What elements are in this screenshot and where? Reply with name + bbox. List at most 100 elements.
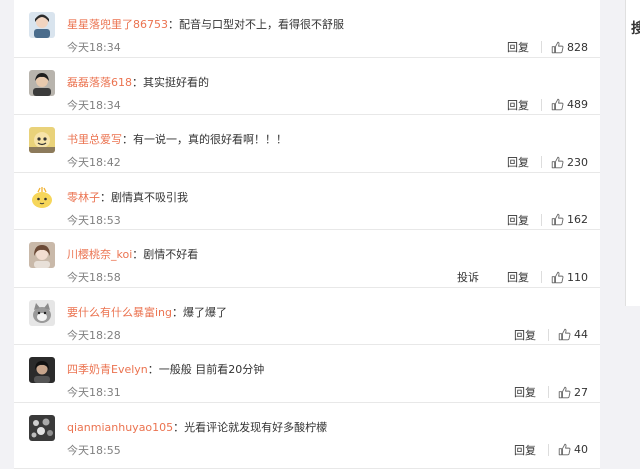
reply-button[interactable]: 回复 [507,39,529,55]
reply-button[interactable]: 回复 [507,97,529,113]
comment-time: 今天18:42 [67,156,121,169]
avatar[interactable] [29,127,55,153]
divider [548,386,549,398]
comment-item: 要什么有什么暴富ing：爆了爆了 今天18:28 回复 44 [14,288,600,345]
comment-text-line: 书里总爱写：有一说一，真的很好看啊！！！ [67,133,287,146]
username-link[interactable]: 书里总爱写 [67,133,122,146]
divider [541,271,542,283]
thumbs-up-icon [558,386,571,398]
comment-text: 剧情真不吸引我 [111,190,188,204]
like-count: 828 [567,40,588,54]
like-count: 162 [567,213,588,226]
thumbs-up-icon [551,213,564,226]
comment-item: 零林子：剧情真不吸引我 今天18:53 回复 162 [14,173,600,230]
comment-actions: 回复 27 [514,384,588,400]
like-count: 40 [574,443,588,456]
like-button[interactable]: 828 [551,41,588,54]
comment-list: 星星落兜里了86753：配音与口型对不上，看得很不舒服 今天18:34 回复 8… [14,0,600,469]
comment-actions: 回复 230 [507,154,588,170]
divider [541,156,542,168]
comment-text-line: 川樱桃奈_koi：剧情不好看 [67,248,199,261]
comment-actions: 回复 489 [507,97,588,113]
comment-time: 今天18:34 [67,98,121,112]
thumbs-up-icon [558,443,571,456]
avatar[interactable] [29,242,55,268]
username-link[interactable]: 零林子 [67,191,100,204]
username-link[interactable]: 川樱桃奈_koi [67,248,132,261]
comment-actions: 回复 828 [507,39,588,55]
comment-time: 今天18:58 [67,271,121,284]
comment-text-line: 要什么有什么暴富ing：爆了爆了 [67,305,228,319]
comment-item: qianmianhuyao105：光看评论就发现有好多酸柠檬 今天18:55 回… [14,403,600,469]
username-link[interactable]: qianmianhuyao105 [67,421,173,434]
comment-time: 今天18:31 [67,386,121,399]
divider [548,443,549,456]
divider [541,98,542,111]
reply-button[interactable]: 回复 [507,212,529,228]
like-button[interactable]: 44 [558,328,588,341]
like-count: 27 [574,385,588,399]
comment-text-line: 四季奶青Evelyn：一般般 目前看20分钟 [67,363,265,376]
like-count: 230 [567,155,588,169]
avatar[interactable] [29,12,55,38]
like-button[interactable]: 230 [551,156,588,169]
comment-text-line: 星星落兜里了86753：配音与口型对不上，看得很不舒服 [67,18,344,31]
like-button[interactable]: 489 [551,98,588,111]
avatar[interactable] [29,184,55,211]
comment-text-line: qianmianhuyao105：光看评论就发现有好多酸柠檬 [67,420,328,434]
comment-text-line: 磊磊落落618：其实挺好看的 [67,75,209,89]
username-link[interactable]: 磊磊落落618 [67,76,132,89]
comment-actions: 投诉 回复 110 [457,269,588,285]
comment-item: 星星落兜里了86753：配音与口型对不上，看得很不舒服 今天18:34 回复 8… [14,0,600,58]
comment-actions: 回复 44 [514,327,588,343]
comment-text: 一般般 目前看20分钟 [158,363,265,376]
comment-text: 爆了爆了 [183,305,228,319]
like-button[interactable]: 40 [558,443,588,456]
comment-item: 书里总爱写：有一说一，真的很好看啊！！！ 今天18:42 回复 230 [14,115,600,173]
comment-text: 光看评论就发现有好多酸柠檬 [184,420,328,434]
like-count: 110 [567,270,588,284]
comment-time: 今天18:53 [67,213,121,227]
username-link[interactable]: 星星落兜里了86753 [67,18,168,31]
comment-item: 四季奶青Evelyn：一般般 目前看20分钟 今天18:31 回复 27 [14,345,600,403]
comment-text-line: 零林子：剧情真不吸引我 [67,190,188,204]
report-button[interactable]: 投诉 [457,269,479,285]
comment-time: 今天18:55 [67,443,121,457]
like-button[interactable]: 27 [558,386,588,399]
thumbs-up-icon [558,328,571,341]
reply-button[interactable]: 回复 [507,269,529,285]
like-count: 489 [567,98,588,111]
avatar[interactable] [29,414,55,441]
avatar[interactable] [29,69,55,96]
thumbs-up-icon [551,156,564,168]
sidebar-search-panel: 搜 [625,0,640,306]
comment-actions: 回复 162 [507,212,588,228]
thumbs-up-icon [551,271,564,283]
comment-text: 其实挺好看的 [143,75,209,89]
divider [548,328,549,341]
thumbs-up-icon [551,98,564,111]
comment-time: 今天18:34 [67,41,121,54]
sidebar-search-label[interactable]: 搜 [631,18,640,38]
avatar[interactable] [29,299,55,326]
divider [541,41,542,53]
username-link[interactable]: 四季奶青Evelyn [67,363,148,376]
comment-actions: 回复 40 [514,442,588,458]
comment-text: 剧情不好看 [143,248,199,261]
avatar[interactable] [29,357,55,383]
like-button[interactable]: 162 [551,213,588,226]
comment-item: 磊磊落落618：其实挺好看的 今天18:34 回复 489 [14,58,600,115]
username-link[interactable]: 要什么有什么暴富ing [67,306,172,319]
reply-button[interactable]: 回复 [514,442,536,458]
comment-item: 川樱桃奈_koi：剧情不好看 今天18:58 投诉 回复 110 [14,230,600,288]
like-count: 44 [574,328,588,341]
comment-time: 今天18:28 [67,328,121,342]
like-button[interactable]: 110 [551,271,588,284]
divider [541,213,542,226]
comment-text: 配音与口型对不上，看得很不舒服 [179,18,344,31]
thumbs-up-icon [551,41,564,53]
reply-button[interactable]: 回复 [514,327,536,343]
comment-text: 有一说一，真的很好看啊！！！ [133,133,287,146]
reply-button[interactable]: 回复 [507,154,529,170]
reply-button[interactable]: 回复 [514,384,536,400]
